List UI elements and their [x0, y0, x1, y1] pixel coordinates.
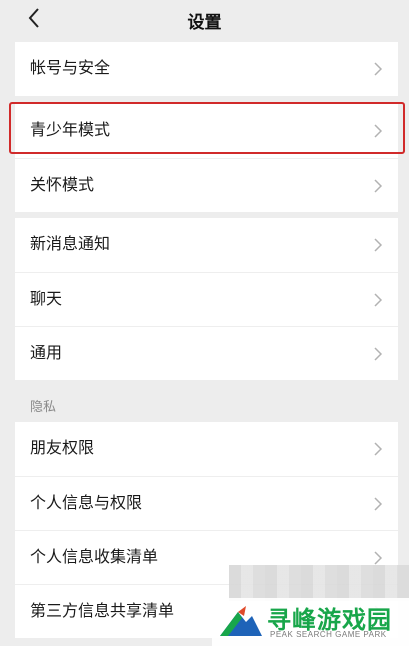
settings-item-chat[interactable]: 聊天 — [15, 272, 398, 326]
watermark-subtitle: PEAK SEARCH GAME PARK — [270, 630, 387, 639]
watermark: 寻峰游戏园 PEAK SEARCH GAME PARK — [212, 598, 409, 646]
settings-item-teen-mode[interactable]: 青少年模式 — [15, 104, 398, 158]
settings-item-label: 关怀模式 — [30, 177, 95, 194]
settings-item-label: 个人信息与权限 — [30, 495, 143, 512]
settings-item-label: 个人信息收集清单 — [30, 549, 159, 566]
chevron-right-icon — [374, 124, 383, 138]
chevron-right-icon — [374, 238, 383, 252]
chevron-right-icon — [374, 347, 383, 361]
chevron-right-icon — [374, 62, 383, 76]
chevron-right-icon — [374, 293, 383, 307]
settings-item-label: 青少年模式 — [30, 122, 111, 139]
settings-item-care-mode[interactable]: 关怀模式 — [15, 158, 398, 212]
chevron-right-icon — [374, 442, 383, 456]
settings-item-account-security[interactable]: 帐号与安全 — [15, 42, 398, 96]
settings-item-friend-permissions[interactable]: 朋友权限 — [15, 422, 398, 476]
chevron-right-icon — [374, 179, 383, 193]
modes-group: 青少年模式 关怀模式 — [15, 104, 398, 212]
mountain-logo-icon — [220, 606, 262, 636]
settings-item-general[interactable]: 通用 — [15, 326, 398, 380]
settings-item-label: 聊天 — [30, 291, 63, 308]
general-group: 新消息通知 聊天 通用 — [15, 218, 398, 380]
chevron-right-icon — [374, 551, 383, 565]
page-title: 设置 — [187, 13, 222, 32]
settings-item-label: 朋友权限 — [30, 440, 95, 457]
settings-item-label: 通用 — [30, 345, 63, 362]
settings-item-label: 帐号与安全 — [30, 60, 111, 77]
top-bar: 设置 — [0, 0, 409, 40]
blurred-area — [229, 565, 409, 601]
settings-item-label: 新消息通知 — [30, 236, 111, 253]
settings-item-notifications[interactable]: 新消息通知 — [15, 218, 398, 272]
settings-item-personal-info-permissions[interactable]: 个人信息与权限 — [15, 476, 398, 530]
settings-item-label: 第三方信息共享清单 — [30, 603, 175, 620]
section-label-privacy: 隐私 — [30, 399, 57, 414]
chevron-right-icon — [374, 497, 383, 511]
account-group: 帐号与安全 — [15, 42, 398, 96]
